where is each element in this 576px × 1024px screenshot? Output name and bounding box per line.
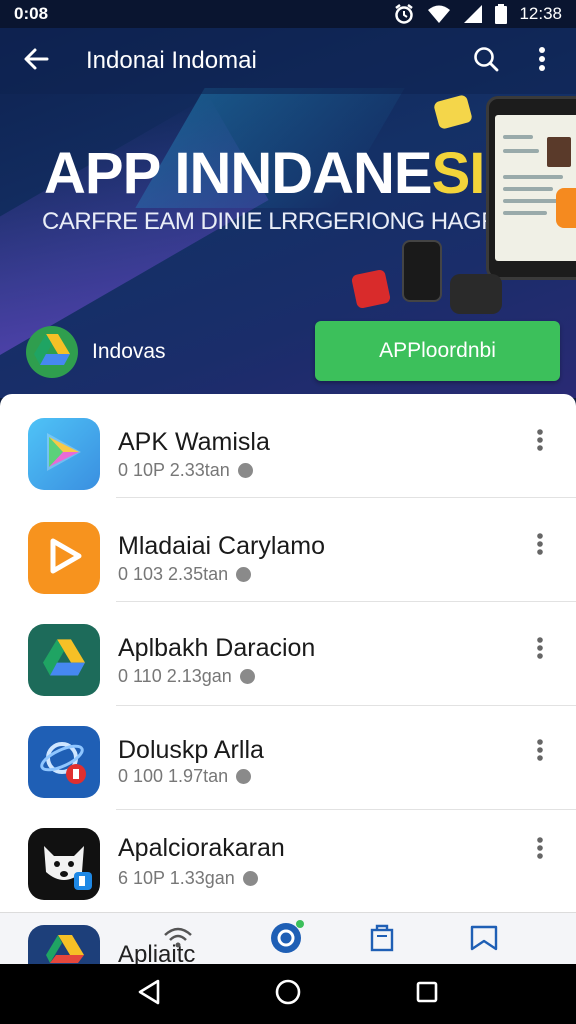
gauge-decoration xyxy=(402,240,442,302)
banner-subline: CARFRE EAM DINIE LRRGERIONG HAGR xyxy=(42,208,499,235)
system-navigation-bar xyxy=(0,964,576,1024)
verified-badge-icon xyxy=(237,463,253,478)
app-icon xyxy=(28,522,100,594)
app-meta: 0 100 1.97tan xyxy=(118,766,252,787)
system-home-button[interactable] xyxy=(264,970,312,1018)
signal-icon xyxy=(463,4,483,24)
app-meta-text: 6 10P 1.33gan xyxy=(118,868,235,888)
back-button[interactable] xyxy=(0,28,72,94)
drive-icon xyxy=(32,332,72,373)
list-item[interactable]: Aplbakh Daracion 0 110 2.13gan xyxy=(0,602,576,706)
square-recents-icon xyxy=(415,980,439,1009)
featured-row: Indovas APPloordnbi xyxy=(0,318,576,398)
item-more-button[interactable] xyxy=(524,732,556,772)
app-bar: Indonai Indomai xyxy=(0,28,576,94)
arrow-back-icon xyxy=(22,45,50,78)
app-title: Mladaiai Carylamo xyxy=(118,532,326,560)
more-vert-icon xyxy=(536,738,544,767)
camera-decoration xyxy=(450,274,502,314)
app-meta: 0 103 2.35tan xyxy=(118,564,252,585)
app-icon xyxy=(28,726,100,798)
bottom-navigation: Apliaitc xyxy=(0,912,576,964)
app-meta-text: 0 10P 2.33tan xyxy=(118,460,230,480)
item-more-button[interactable] xyxy=(524,526,556,566)
search-button[interactable] xyxy=(458,28,514,94)
nav-tab-home[interactable] xyxy=(267,919,307,959)
app-meta-text: 0 110 2.13gan xyxy=(118,666,232,686)
app-meta: 0 110 2.13gan xyxy=(118,666,255,687)
verified-badge-icon xyxy=(239,669,255,684)
verified-badge-icon xyxy=(236,567,252,582)
hero-banner: Indonai Indomai APP INNDANESIA CARFRE EA… xyxy=(0,28,576,398)
app-meta: 0 10P 2.33tan xyxy=(118,460,253,481)
drive-icon xyxy=(28,935,100,964)
bag-icon xyxy=(368,922,396,957)
list-item[interactable]: Mladaiai Carylamo 0 103 2.35tan xyxy=(0,498,576,602)
circle-home-icon xyxy=(274,978,302,1011)
screen: 0:08 12:38 Indonai Indomai APP INNDANESI… xyxy=(0,0,576,1024)
partial-app-icon xyxy=(28,925,100,964)
verified-badge-icon xyxy=(236,769,252,784)
app-list: APK Wamisla 0 10P 2.33tan Mladaiai Caryl… xyxy=(0,394,576,914)
banner-headline: APP INNDANESIA xyxy=(44,140,526,207)
play-arrow-icon xyxy=(41,533,87,584)
nav-tab-bookmarks[interactable] xyxy=(464,919,504,959)
status-icons: 12:38 xyxy=(393,3,562,25)
orange-app-decoration xyxy=(556,188,576,228)
system-back-button[interactable] xyxy=(125,970,173,1018)
status-bar: 0:08 12:38 xyxy=(0,0,576,28)
battery-icon xyxy=(495,4,508,24)
app-icon xyxy=(28,418,100,490)
system-recents-button[interactable] xyxy=(403,970,451,1018)
wifi-icon xyxy=(427,4,451,24)
orbit-icon xyxy=(36,732,92,793)
app-title: APK Wamisla xyxy=(118,428,270,456)
list-item[interactable]: Apalciorakaran 6 10P 1.33gan xyxy=(0,810,576,914)
nav-tab-updates[interactable] xyxy=(158,919,198,959)
wifi-signal-icon xyxy=(162,925,194,954)
list-item[interactable]: Doluskp Arlla 0 100 1.97tan xyxy=(0,706,576,810)
dog-face-icon xyxy=(34,832,94,897)
item-more-button[interactable] xyxy=(524,630,556,670)
search-icon xyxy=(472,45,500,78)
app-title: Indonai Indomai xyxy=(86,47,257,74)
play-store-icon xyxy=(41,429,87,480)
more-vert-icon xyxy=(538,46,546,77)
more-vert-icon xyxy=(536,636,544,665)
status-time-right: 12:38 xyxy=(519,4,562,23)
overflow-menu-button[interactable] xyxy=(514,28,570,94)
app-meta-text: 0 100 1.97tan xyxy=(118,766,229,786)
more-vert-icon xyxy=(536,836,544,865)
sticky-note-decoration xyxy=(432,94,474,130)
app-meta: 6 10P 1.33gan xyxy=(118,868,258,889)
app-icon xyxy=(28,624,100,696)
triangle-back-icon xyxy=(136,978,162,1011)
featured-app-label: Indovas xyxy=(92,340,166,363)
app-title: Apalciorakaran xyxy=(118,834,285,862)
item-more-button[interactable] xyxy=(524,422,556,462)
app-meta-text: 0 103 2.35tan xyxy=(118,564,229,584)
alarm-icon xyxy=(393,3,415,25)
home-circle-icon xyxy=(269,919,305,960)
app-title: Aplbakh Daracion xyxy=(118,634,316,662)
more-vert-icon xyxy=(536,532,544,561)
item-more-button[interactable] xyxy=(524,830,556,870)
more-vert-icon xyxy=(536,428,544,457)
drive-icon xyxy=(40,637,88,684)
app-icon xyxy=(28,828,100,900)
install-cta-button[interactable]: APPloordnbi xyxy=(315,321,560,381)
list-item[interactable]: APK Wamisla 0 10P 2.33tan xyxy=(0,394,576,498)
verified-badge-icon xyxy=(242,871,258,886)
app-title: Doluskp Arlla xyxy=(118,736,264,764)
banner-headline-main: APP INNDANE xyxy=(44,141,433,206)
nav-tab-library[interactable] xyxy=(362,919,402,959)
bookmark-map-icon xyxy=(469,923,499,956)
featured-app-icon[interactable] xyxy=(26,326,78,378)
status-time-left: 0:08 xyxy=(14,4,49,23)
red-app-decoration xyxy=(350,268,392,310)
